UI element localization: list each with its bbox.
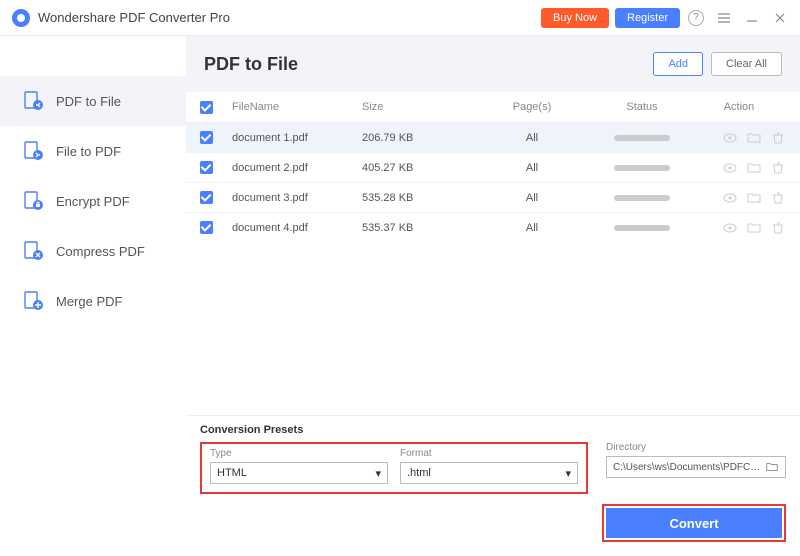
sidebar-item-label: PDF to File: [56, 94, 121, 109]
encrypt-pdf-icon: [22, 190, 44, 212]
presets-highlight-box: Type HTML ▾ Format .html ▾: [200, 442, 588, 494]
status-bar: [614, 165, 670, 171]
sidebar-item-merge-pdf[interactable]: Merge PDF: [0, 276, 186, 326]
directory-label: Directory: [606, 442, 786, 453]
sidebar-item-pdf-to-file[interactable]: PDF to File: [0, 76, 186, 126]
close-icon[interactable]: [768, 6, 792, 30]
row-checkbox[interactable]: [200, 191, 213, 204]
row-checkbox[interactable]: [200, 161, 213, 174]
app-logo-icon: [12, 9, 30, 27]
format-value: .html: [407, 467, 431, 479]
cell-filename: document 3.pdf: [232, 192, 362, 204]
convert-highlight-box: Convert: [602, 504, 786, 542]
cell-size: 535.37 KB: [362, 222, 472, 234]
row-checkbox[interactable]: [200, 221, 213, 234]
app-title: Wondershare PDF Converter Pro: [38, 10, 535, 25]
folder-icon[interactable]: [746, 190, 762, 206]
chevron-down-icon: ▾: [375, 467, 381, 480]
menu-icon[interactable]: [712, 6, 736, 30]
select-all-checkbox[interactable]: [200, 101, 213, 114]
folder-icon[interactable]: [746, 130, 762, 146]
format-select[interactable]: .html ▾: [400, 462, 578, 484]
file-table: FileName Size Page(s) Status Action docu…: [186, 92, 800, 415]
pdf-to-file-icon: [22, 90, 44, 112]
delete-icon[interactable]: [770, 220, 786, 236]
header-filename: FileName: [232, 101, 362, 113]
cell-pages: All: [472, 222, 592, 234]
delete-icon[interactable]: [770, 160, 786, 176]
format-label: Format: [400, 448, 578, 459]
status-bar: [614, 135, 670, 141]
sidebar-item-label: File to PDF: [56, 144, 121, 159]
sidebar-item-label: Compress PDF: [56, 244, 145, 259]
file-to-pdf-icon: [22, 140, 44, 162]
titlebar: Wondershare PDF Converter Pro Buy Now Re…: [0, 0, 800, 36]
cell-pages: All: [472, 162, 592, 174]
delete-icon[interactable]: [770, 130, 786, 146]
main-panel: PDF to File Add Clear All FileName Size …: [186, 36, 800, 556]
cell-pages: All: [472, 132, 592, 144]
cell-size: 405.27 KB: [362, 162, 472, 174]
status-bar: [614, 195, 670, 201]
cell-filename: document 4.pdf: [232, 222, 362, 234]
header-status: Status: [592, 101, 692, 113]
help-icon[interactable]: ?: [684, 6, 708, 30]
add-button[interactable]: Add: [653, 52, 703, 76]
directory-value: C:\Users\ws\Documents\PDFConvert: [613, 462, 763, 473]
clear-all-button[interactable]: Clear All: [711, 52, 782, 76]
type-value: HTML: [217, 467, 247, 479]
preview-icon[interactable]: [722, 190, 738, 206]
header-action: Action: [692, 101, 786, 113]
presets-title: Conversion Presets: [200, 424, 786, 436]
table-row[interactable]: document 1.pdf 206.79 KB All: [186, 122, 800, 152]
status-bar: [614, 225, 670, 231]
table-row[interactable]: document 4.pdf 535.37 KB All: [186, 212, 800, 242]
sidebar: PDF to File File to PDF Encrypt PDF Comp…: [0, 36, 186, 556]
header-pages: Page(s): [472, 101, 592, 113]
register-button[interactable]: Register: [615, 8, 680, 28]
preview-icon[interactable]: [722, 130, 738, 146]
table-row[interactable]: document 2.pdf 405.27 KB All: [186, 152, 800, 182]
compress-pdf-icon: [22, 240, 44, 262]
page-title: PDF to File: [204, 54, 645, 75]
convert-button[interactable]: Convert: [606, 508, 782, 538]
chevron-down-icon: ▾: [565, 467, 571, 480]
sidebar-item-compress-pdf[interactable]: Compress PDF: [0, 226, 186, 276]
sidebar-item-encrypt-pdf[interactable]: Encrypt PDF: [0, 176, 186, 226]
cell-size: 206.79 KB: [362, 132, 472, 144]
cell-filename: document 1.pdf: [232, 132, 362, 144]
cell-size: 535.28 KB: [362, 192, 472, 204]
cell-filename: document 2.pdf: [232, 162, 362, 174]
row-checkbox[interactable]: [200, 131, 213, 144]
directory-input[interactable]: C:\Users\ws\Documents\PDFConvert: [606, 456, 786, 478]
sidebar-item-label: Merge PDF: [56, 294, 122, 309]
cell-pages: All: [472, 192, 592, 204]
buy-now-button[interactable]: Buy Now: [541, 8, 609, 28]
table-header: FileName Size Page(s) Status Action: [186, 92, 800, 122]
preview-icon[interactable]: [722, 220, 738, 236]
delete-icon[interactable]: [770, 190, 786, 206]
header-size: Size: [362, 101, 472, 113]
folder-icon[interactable]: [746, 220, 762, 236]
table-row[interactable]: document 3.pdf 535.28 KB All: [186, 182, 800, 212]
merge-pdf-icon: [22, 290, 44, 312]
type-label: Type: [210, 448, 388, 459]
minimize-icon[interactable]: [740, 6, 764, 30]
sidebar-item-label: Encrypt PDF: [56, 194, 130, 209]
type-select[interactable]: HTML ▾: [210, 462, 388, 484]
browse-folder-icon[interactable]: [765, 460, 779, 474]
preview-icon[interactable]: [722, 160, 738, 176]
sidebar-item-file-to-pdf[interactable]: File to PDF: [0, 126, 186, 176]
bottom-panel: Conversion Presets Type HTML ▾ Format .h…: [186, 415, 800, 556]
folder-icon[interactable]: [746, 160, 762, 176]
